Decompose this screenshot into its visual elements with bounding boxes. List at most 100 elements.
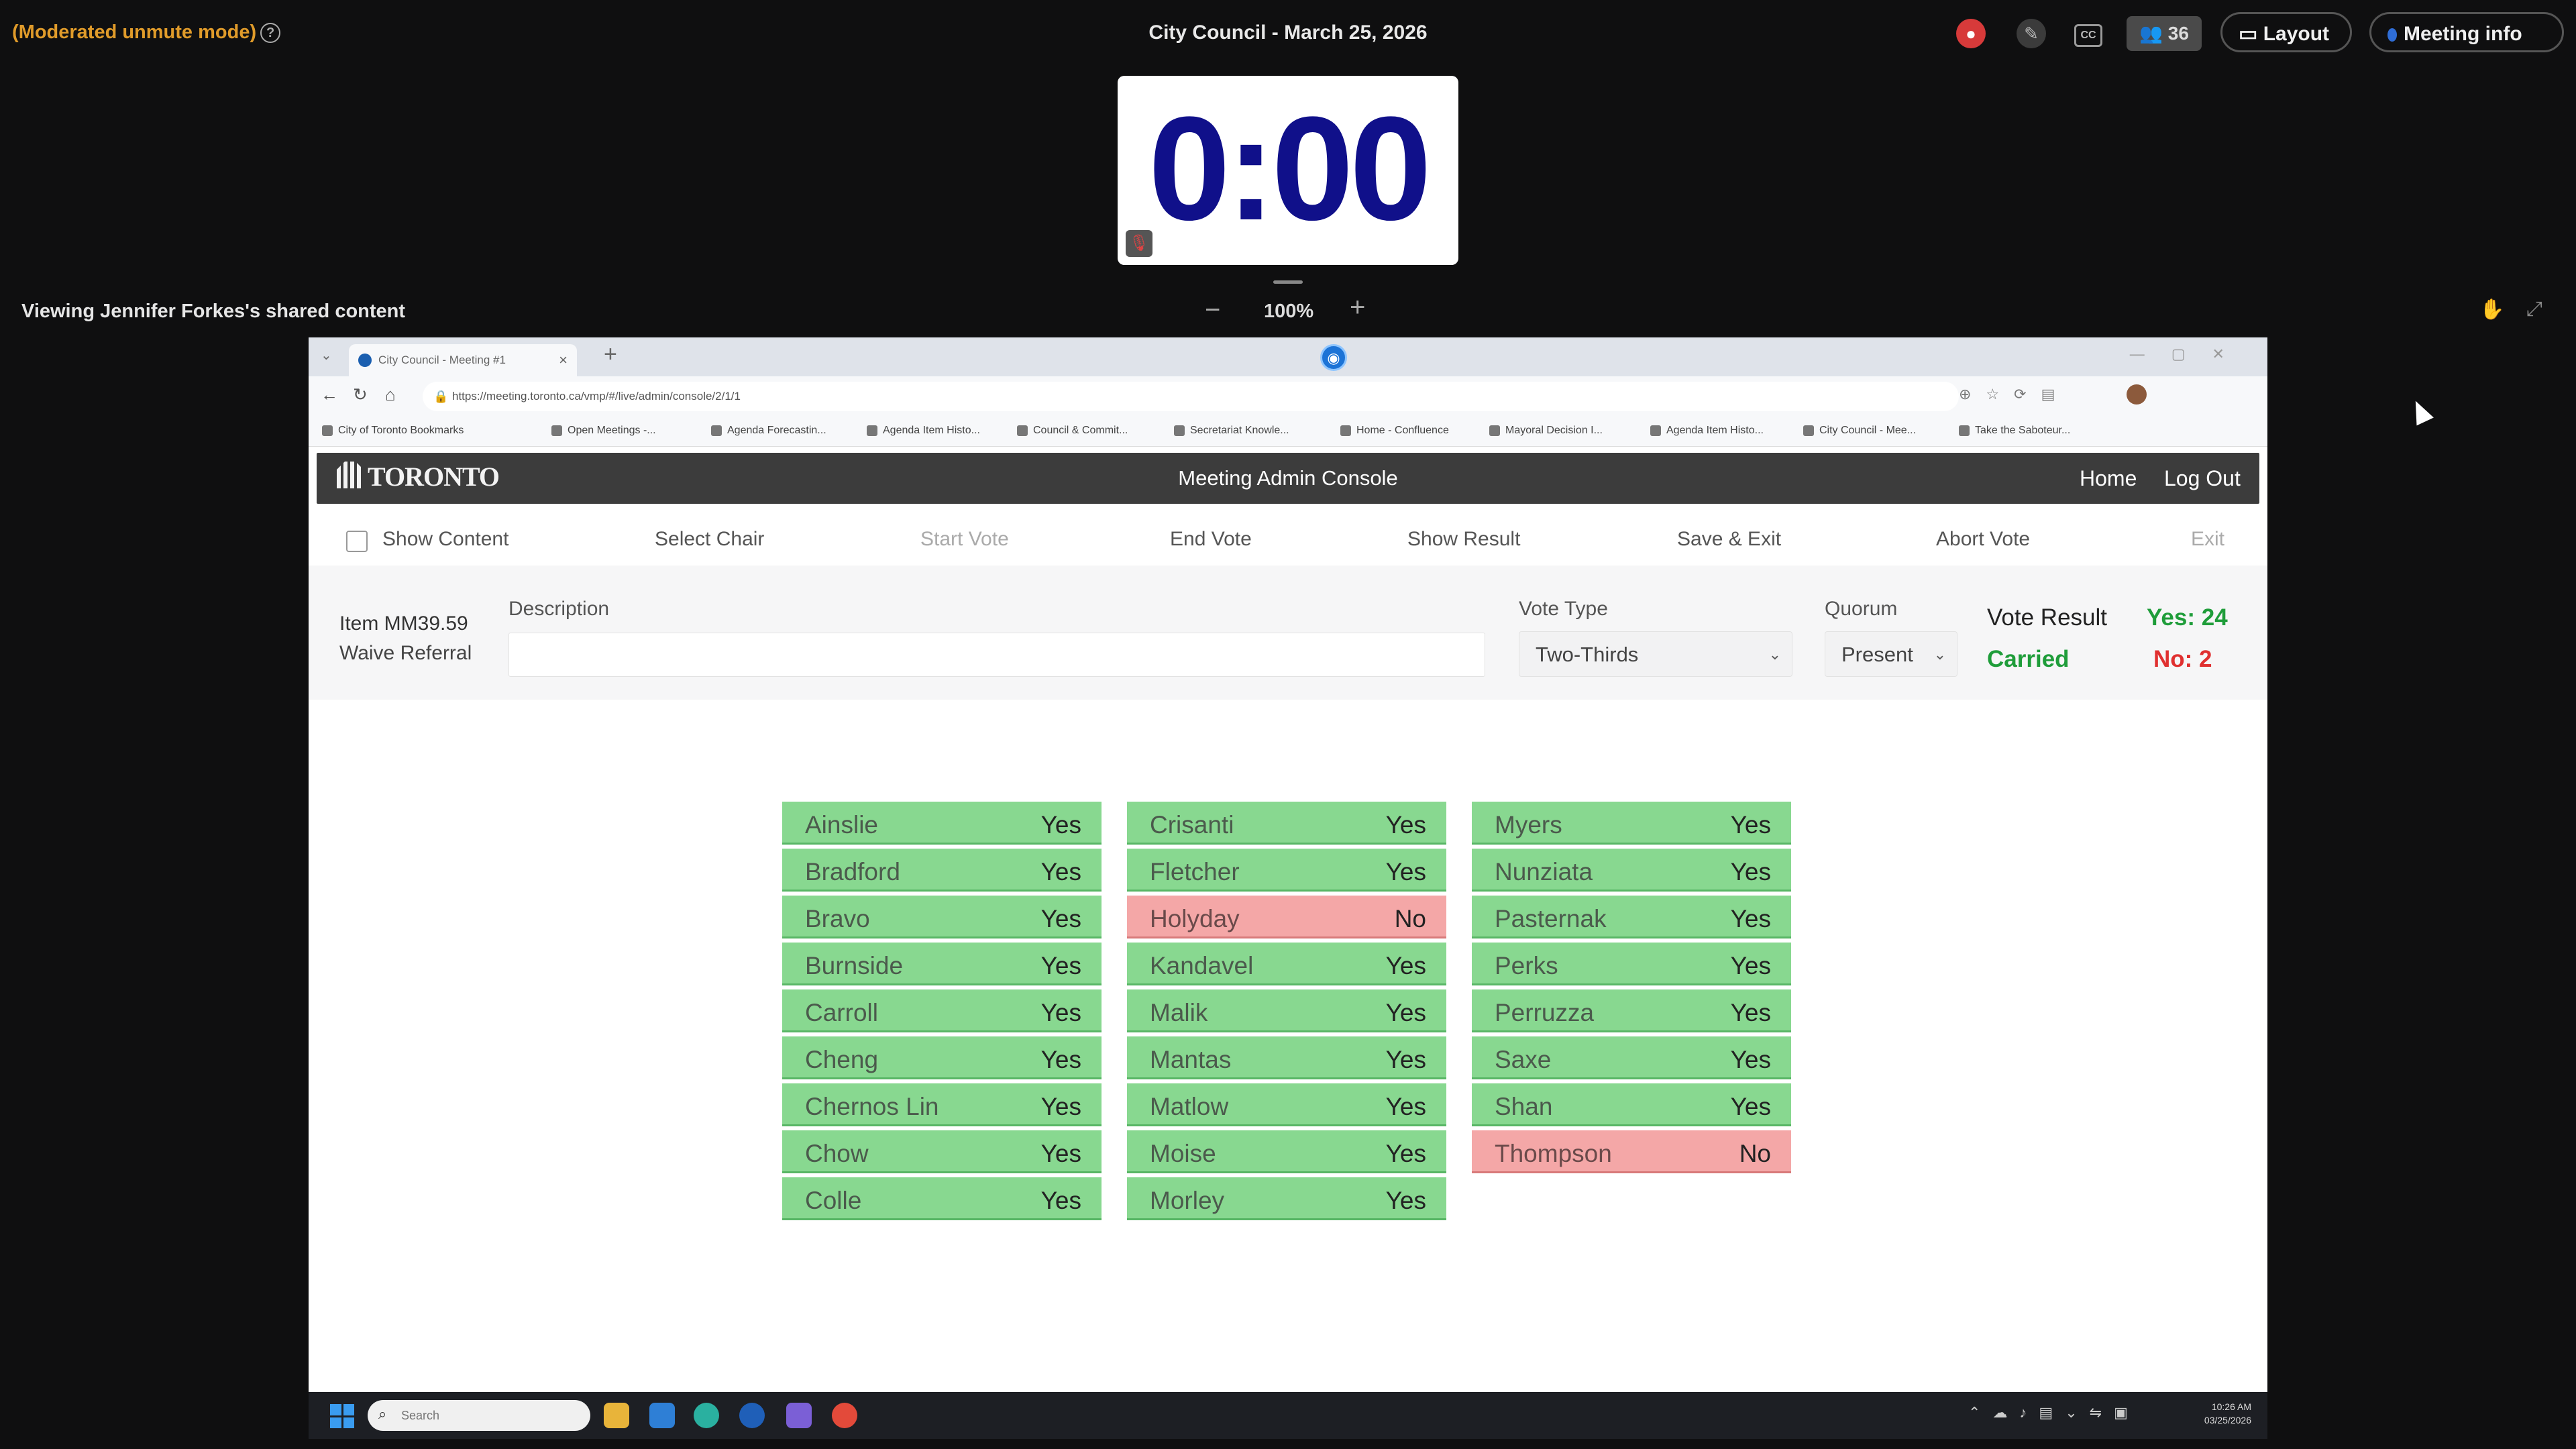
bookmark-icon bbox=[1959, 425, 1970, 436]
councillor-name: Colle bbox=[805, 1187, 862, 1214]
recording-icon[interactable]: ● bbox=[1956, 19, 1986, 48]
councillor-name: Matlow bbox=[1150, 1093, 1229, 1120]
councillor-name: Ainslie bbox=[805, 811, 878, 839]
participants-button[interactable]: 👥 36 bbox=[2127, 16, 2202, 51]
system-tray-icons[interactable]: ⌃☁♪▤⌄⇋▣ bbox=[1968, 1404, 2140, 1421]
chrome-icon[interactable] bbox=[832, 1403, 857, 1428]
sharing-indicator-icon[interactable]: ◉ bbox=[1320, 344, 1347, 371]
vote-row: Morley Yes bbox=[1127, 1177, 1446, 1220]
vote-value: Yes bbox=[1040, 905, 1081, 932]
vote-type-select[interactable]: Two-Thirds ⌄ bbox=[1519, 631, 1792, 677]
save-exit-button[interactable]: Save & Exit bbox=[1677, 528, 1781, 551]
vote-result-status: Carried bbox=[1987, 646, 2070, 672]
vote-type-label: Vote Type bbox=[1519, 598, 1608, 620]
file-explorer-icon[interactable] bbox=[604, 1403, 629, 1428]
vote-value: Yes bbox=[1040, 999, 1081, 1026]
vote-value: Yes bbox=[1730, 858, 1771, 885]
vote-row: Matlow Yes bbox=[1127, 1083, 1446, 1126]
vote-row: Colle Yes bbox=[782, 1177, 1102, 1220]
edge-browser-icon[interactable] bbox=[694, 1403, 719, 1428]
taskbar-clock[interactable]: 10:26 AM 03/25/2026 bbox=[2204, 1400, 2251, 1427]
bookmark-item[interactable]: City of Toronto Bookmarks bbox=[322, 425, 464, 437]
bookmark-icon bbox=[1174, 425, 1185, 436]
teams-icon[interactable] bbox=[786, 1403, 812, 1428]
annotate-icon[interactable]: ✋ bbox=[2479, 298, 2504, 321]
browser-toolbar-icons[interactable]: ⊕☆⟳▤ bbox=[1959, 386, 2070, 403]
meeting-info-button[interactable]: Meeting info bbox=[2369, 12, 2564, 52]
vote-column-3: Myers Yes Nunziata Yes Pasternak Yes Perks Yes P… bbox=[1472, 802, 1791, 1177]
outlook-icon[interactable] bbox=[739, 1403, 765, 1428]
show-content-checkbox[interactable] bbox=[346, 531, 368, 552]
bookmark-item[interactable]: Agenda Item Histo... bbox=[1650, 425, 1764, 437]
bookmark-item[interactable]: Agenda Forecastin... bbox=[711, 425, 826, 437]
councillor-name: Nunziata bbox=[1495, 858, 1593, 885]
councillor-name: Bravo bbox=[805, 905, 870, 932]
windows-start-icon[interactable] bbox=[330, 1404, 354, 1428]
bookmark-item[interactable]: City Council - Mee... bbox=[1803, 425, 1916, 437]
show-content-label[interactable]: Show Content bbox=[382, 528, 508, 551]
bookmark-item[interactable]: Open Meetings -... bbox=[551, 425, 656, 437]
viewing-shared-content-label: Viewing Jennifer Forkes's shared content bbox=[21, 301, 406, 322]
refresh-icon[interactable]: ↻ bbox=[353, 384, 368, 405]
layout-button[interactable]: ▭ Layout bbox=[2220, 12, 2352, 52]
fullscreen-icon[interactable]: ⤢ bbox=[2526, 298, 2542, 321]
bookmark-item[interactable]: Take the Saboteur... bbox=[1959, 425, 2070, 437]
people-icon: 👥 bbox=[2139, 23, 2163, 44]
end-vote-button[interactable]: End Vote bbox=[1170, 528, 1252, 551]
new-tab-button[interactable]: + bbox=[604, 341, 617, 368]
url-field[interactable]: 🔒 https://meeting.toronto.ca/vmp/#/live/… bbox=[423, 382, 1959, 411]
back-icon[interactable]: ← bbox=[321, 384, 338, 405]
start-vote-button[interactable]: Start Vote bbox=[920, 528, 1009, 551]
abort-vote-button[interactable]: Abort Vote bbox=[1936, 528, 2030, 551]
edit-icon[interactable]: ✎ bbox=[2017, 19, 2046, 48]
address-bar-row: ← ↻ ⌂ 🔒 https://meeting.toronto.ca/vmp/#… bbox=[309, 376, 2267, 417]
captions-icon[interactable]: CC bbox=[2074, 24, 2102, 47]
quorum-select[interactable]: Present ⌄ bbox=[1825, 631, 1957, 677]
drag-handle[interactable] bbox=[1273, 280, 1303, 284]
bookmark-label: Council & Commit... bbox=[1033, 425, 1128, 436]
vote-row: Holyday No bbox=[1127, 896, 1446, 938]
logout-link[interactable]: Log Out bbox=[2164, 466, 2241, 491]
app-icon[interactable] bbox=[649, 1403, 675, 1428]
select-chair-button[interactable]: Select Chair bbox=[655, 528, 764, 551]
show-result-button[interactable]: Show Result bbox=[1407, 528, 1520, 551]
layout-label: Layout bbox=[2263, 23, 2330, 45]
mic-muted-icon[interactable]: 🎙 bbox=[1126, 230, 1152, 257]
bookmark-label: City Council - Mee... bbox=[1819, 425, 1917, 436]
tab-list-icon[interactable]: ⌄ bbox=[321, 347, 332, 364]
profile-avatar[interactable] bbox=[2127, 384, 2147, 405]
item-panel: Item MM39.59 Waive Referral Description … bbox=[309, 566, 2267, 700]
description-input[interactable] bbox=[508, 633, 1485, 677]
window-controls[interactable]: —▢✕ bbox=[2130, 345, 2251, 363]
bookmark-item[interactable]: Secretariat Knowle... bbox=[1174, 425, 1289, 437]
zoom-out-button[interactable]: − bbox=[1205, 295, 1220, 325]
bookmark-item[interactable]: Agenda Item Histo... bbox=[867, 425, 980, 437]
zoom-in-button[interactable]: + bbox=[1350, 292, 1365, 323]
exit-button[interactable]: Exit bbox=[2191, 528, 2224, 551]
shield-icon bbox=[2387, 28, 2397, 42]
vote-value: Yes bbox=[1385, 1093, 1426, 1120]
councillor-name: Morley bbox=[1150, 1187, 1225, 1214]
help-icon[interactable]: ? bbox=[260, 23, 281, 44]
console-title: Meeting Admin Console bbox=[1178, 466, 1398, 490]
home-link[interactable]: Home bbox=[2080, 466, 2137, 491]
bookmark-item[interactable]: Mayoral Decision I... bbox=[1489, 425, 1603, 437]
close-tab-icon[interactable]: × bbox=[559, 344, 568, 376]
bookmark-icon bbox=[551, 425, 562, 436]
vote-value: Yes bbox=[1040, 811, 1081, 839]
browser-tab[interactable]: City Council - Meeting #1 × bbox=[349, 344, 577, 376]
bookmark-icon bbox=[1650, 425, 1661, 436]
bookmark-item[interactable]: Home - Confluence bbox=[1340, 425, 1449, 437]
vote-column-2: Crisanti Yes Fletcher Yes Holyday No Kandavel Y… bbox=[1127, 802, 1446, 1224]
chevron-down-icon: ⌄ bbox=[1933, 646, 1946, 663]
councillor-name: Perks bbox=[1495, 952, 1558, 979]
councillor-name: Bradford bbox=[805, 858, 900, 885]
bookmark-item[interactable]: Council & Commit... bbox=[1017, 425, 1128, 437]
vote-row: Saxe Yes bbox=[1472, 1036, 1791, 1079]
mode-text: (Moderated unmute mode) bbox=[12, 21, 257, 43]
home-icon[interactable]: ⌂ bbox=[385, 384, 396, 405]
taskbar-search-input[interactable] bbox=[368, 1400, 590, 1431]
councillor-name: Holyday bbox=[1150, 905, 1240, 932]
vote-row: Perks Yes bbox=[1472, 943, 1791, 985]
bookmark-label: Open Meetings -... bbox=[568, 425, 656, 436]
